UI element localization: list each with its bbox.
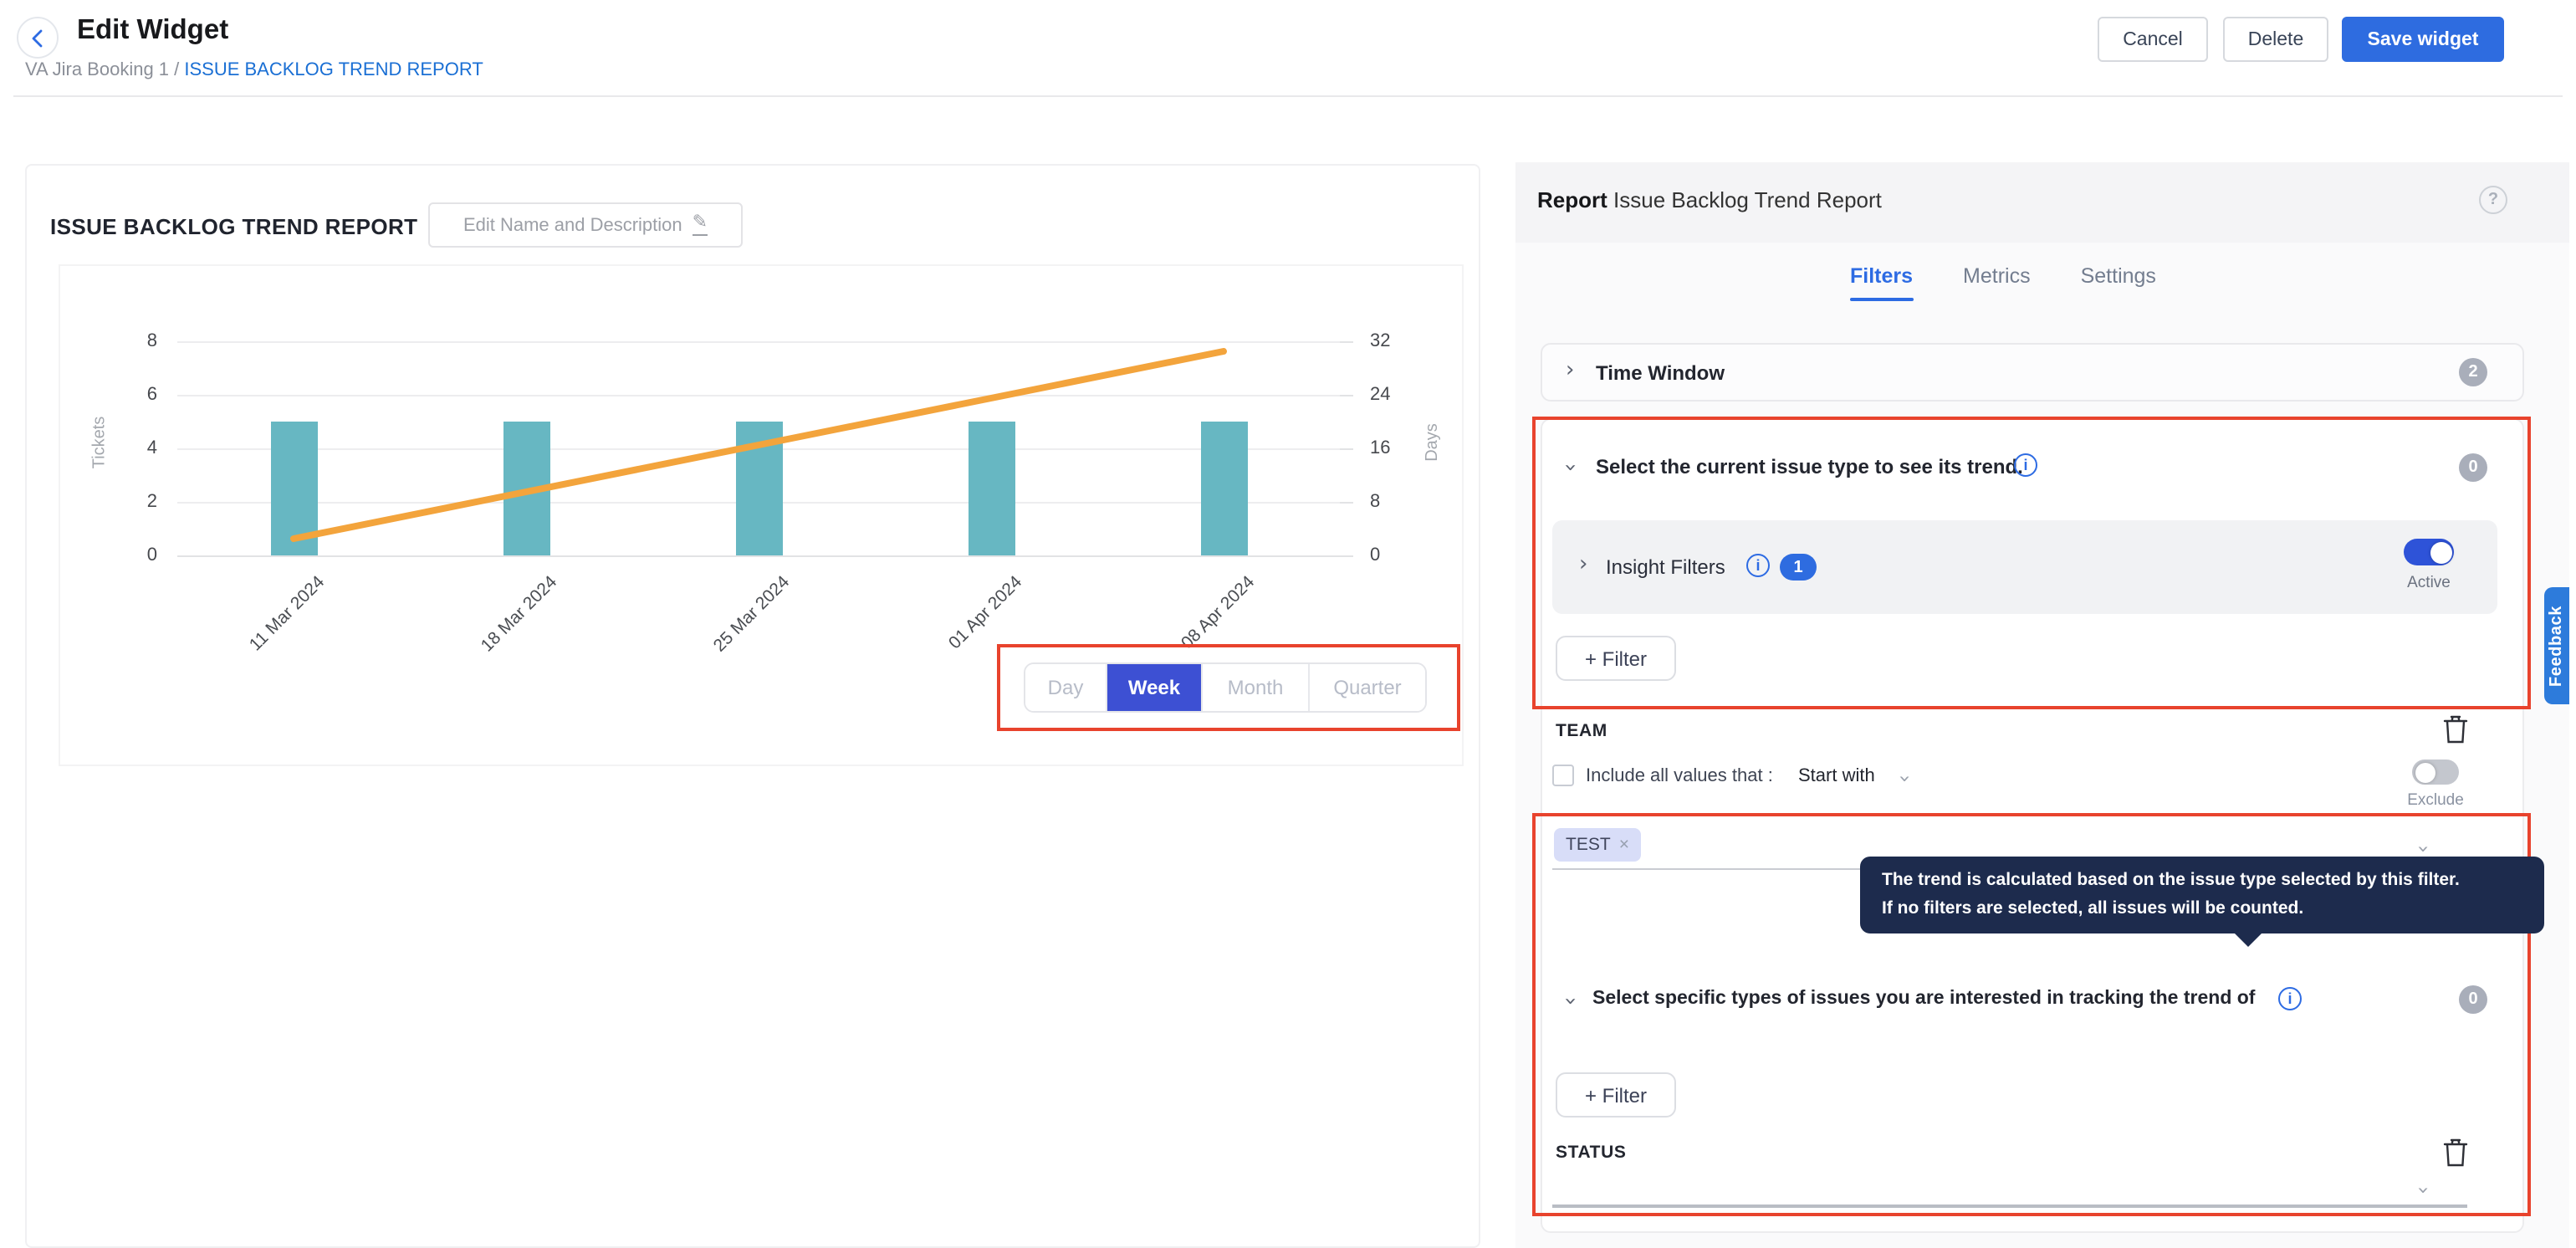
cancel-button[interactable]: Cancel [2098, 17, 2208, 62]
current-issue-type-count-badge: 0 [2459, 453, 2487, 482]
trash-icon[interactable] [2442, 1138, 2469, 1168]
back-button[interactable] [17, 17, 59, 59]
active-toggle-label: Active [2404, 574, 2454, 592]
edit-name-button[interactable]: Edit Name and Description ✎ [428, 202, 743, 248]
widget-title: ISSUE BACKLOG TREND REPORT [50, 214, 417, 239]
chip-remove-icon[interactable]: × [1619, 835, 1629, 855]
specific-types-count-badge: 0 [2459, 985, 2487, 1014]
tab-settings[interactable]: Settings [2081, 264, 2156, 301]
status-filter-label: STATUS [1556, 1143, 1627, 1163]
time-window-label: Time Window [1596, 361, 1725, 385]
delete-button[interactable]: Delete [2223, 17, 2328, 62]
page-title: Edit Widget [77, 15, 228, 47]
granularity-day[interactable]: Day [1025, 664, 1107, 711]
team-value-chip: TEST× [1554, 828, 1641, 862]
report-panel-title: Report Issue Backlog Trend Report [1537, 187, 1882, 212]
breadcrumb: VA Jira Booking 1 / ISSUE BACKLOG TREND … [25, 60, 483, 80]
time-window-count-badge: 2 [2459, 358, 2487, 386]
insight-filters-label: Insight Filters [1606, 555, 1725, 579]
trash-icon[interactable] [2442, 714, 2469, 744]
breadcrumb-link[interactable]: ISSUE BACKLOG TREND REPORT [184, 60, 483, 80]
save-widget-button[interactable]: Save widget [2342, 17, 2504, 62]
operator-select[interactable]: Start with [1798, 766, 1875, 786]
info-icon[interactable]: i [1746, 554, 1770, 577]
include-all-checkbox[interactable] [1552, 765, 1574, 786]
chevron-down-icon[interactable]: › [2412, 1186, 2434, 1194]
header-divider [13, 95, 2563, 97]
chevron-down-icon[interactable]: › [1559, 463, 1581, 472]
granularity-week[interactable]: Week [1107, 664, 1203, 711]
arrow-left-icon [28, 28, 48, 48]
right-edge-strip [2569, 162, 2576, 1248]
feedback-tab[interactable]: Feedback [2544, 587, 2569, 704]
tooltip-line1: The trend is calculated based on the iss… [1882, 867, 2522, 895]
granularity-month[interactable]: Month [1203, 664, 1310, 711]
specific-types-label: Select specific types of issues you are … [1592, 989, 2255, 1009]
trend-tooltip: The trend is calculated based on the iss… [1860, 857, 2544, 933]
chevron-down-icon[interactable]: › [1559, 997, 1581, 1005]
include-all-label: Include all values that : [1586, 766, 1773, 786]
status-input-underline[interactable] [1552, 1205, 2467, 1208]
granularity-toggle: DayWeekMonthQuarter [1024, 662, 1427, 713]
add-filter-button[interactable]: + Filter [1556, 1072, 1676, 1118]
panel-tabs: Filters Metrics Settings [1850, 264, 2156, 301]
help-icon[interactable]: ? [2479, 186, 2507, 214]
chevron-down-icon[interactable]: › [2412, 845, 2434, 853]
tab-filters[interactable]: Filters [1850, 264, 1913, 301]
insight-filters-active-toggle[interactable] [2404, 539, 2454, 565]
breadcrumb-base: VA Jira Booking 1 [25, 60, 169, 80]
tab-metrics[interactable]: Metrics [1963, 264, 2031, 301]
exclude-toggle[interactable] [2412, 760, 2459, 785]
insight-filters-count-badge: 1 [1780, 554, 1817, 581]
granularity-quarter[interactable]: Quarter [1310, 664, 1425, 711]
exclude-toggle-label: Exclude [2399, 791, 2472, 810]
chevron-down-icon[interactable]: › [1894, 775, 1915, 783]
chevron-right-icon[interactable]: › [1566, 360, 1574, 381]
tooltip-line2: If no filters are selected, all issues w… [1882, 895, 2522, 923]
info-icon[interactable]: i [2278, 987, 2302, 1010]
info-icon[interactable]: i [2014, 453, 2037, 477]
add-filter-button[interactable]: + Filter [1556, 636, 1676, 681]
current-issue-type-label: Select the current issue type to see its… [1596, 455, 2023, 478]
pencil-icon: ✎ [693, 214, 708, 236]
team-filter-label: TEAM [1556, 721, 1607, 741]
chevron-right-icon[interactable]: › [1579, 554, 1587, 575]
